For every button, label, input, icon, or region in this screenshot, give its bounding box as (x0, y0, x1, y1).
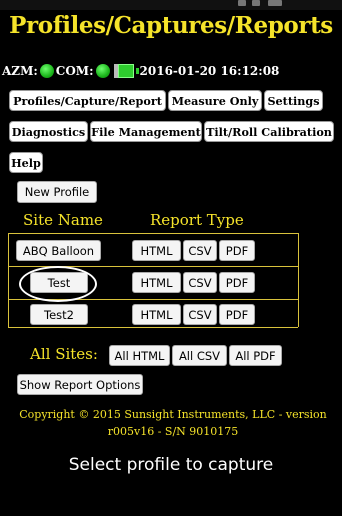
pdf-report-button[interactable]: PDF (219, 272, 255, 293)
copyright-text: Copyright © 2015 Sunsight Instruments, L… (14, 406, 332, 440)
new-profile-button[interactable]: New Profile (17, 181, 97, 203)
tab-file-management[interactable]: File Management (90, 121, 202, 142)
table-divider (8, 233, 9, 327)
status-datetime: 2016-01-20 16:12:08 (139, 64, 280, 78)
all-sites-label: All Sites: (30, 345, 98, 363)
all-pdf-button[interactable]: All PDF (229, 345, 282, 366)
table-divider (8, 233, 298, 234)
html-report-button[interactable]: HTML (132, 240, 181, 261)
page-title: Profiles/Captures/Reports (9, 12, 333, 39)
signal-icon (238, 0, 246, 6)
selection-highlight-circle (19, 266, 97, 302)
csv-report-button[interactable]: CSV (183, 272, 217, 293)
tab-tilt-roll-calibration[interactable]: Tilt/Roll Calibration (204, 121, 334, 142)
show-report-options-button[interactable]: Show Report Options (17, 374, 143, 395)
html-report-button[interactable]: HTML (132, 272, 181, 293)
pdf-report-button[interactable]: PDF (219, 240, 255, 261)
tab-settings[interactable]: Settings (264, 90, 323, 111)
azm-status-indicator-icon (39, 64, 54, 78)
site-abq-balloon-button[interactable]: ABQ Balloon (16, 240, 101, 261)
report-type-header: Report Type (150, 211, 244, 229)
battery-icon (113, 62, 139, 80)
tab-help[interactable]: Help (9, 152, 43, 173)
csv-report-button[interactable]: CSV (183, 240, 217, 261)
html-report-button[interactable]: HTML (132, 304, 181, 325)
tab-diagnostics[interactable]: Diagnostics (9, 121, 88, 142)
connection-status-line: AZM: COM: 2016-01-20 16:12:08 (2, 60, 279, 82)
all-csv-button[interactable]: All CSV (172, 345, 227, 366)
copyright-line-1: Copyright © 2015 Sunsight Instruments, L… (19, 408, 327, 421)
phone-status-bar (0, 0, 342, 10)
azm-label: AZM: (2, 64, 38, 78)
pdf-report-button[interactable]: PDF (219, 304, 255, 325)
table-divider (8, 327, 298, 328)
all-html-button[interactable]: All HTML (109, 345, 170, 366)
tab-measure-only[interactable]: Measure Only (168, 90, 262, 111)
site-name-header: Site Name (23, 211, 103, 229)
com-label: COM: (55, 64, 94, 78)
tab-profiles-capture-report[interactable]: Profiles/Capture/Report (9, 90, 166, 111)
battery-status-icon (268, 0, 282, 6)
site-test2-button[interactable]: Test2 (30, 304, 88, 325)
instruction-prompt: Select profile to capture (68, 455, 274, 475)
table-divider (298, 233, 299, 327)
copyright-line-2: r005v16 - S/N 9010175 (107, 425, 239, 438)
wifi-icon (252, 0, 260, 6)
com-status-indicator-icon (95, 64, 110, 78)
csv-report-button[interactable]: CSV (183, 304, 217, 325)
